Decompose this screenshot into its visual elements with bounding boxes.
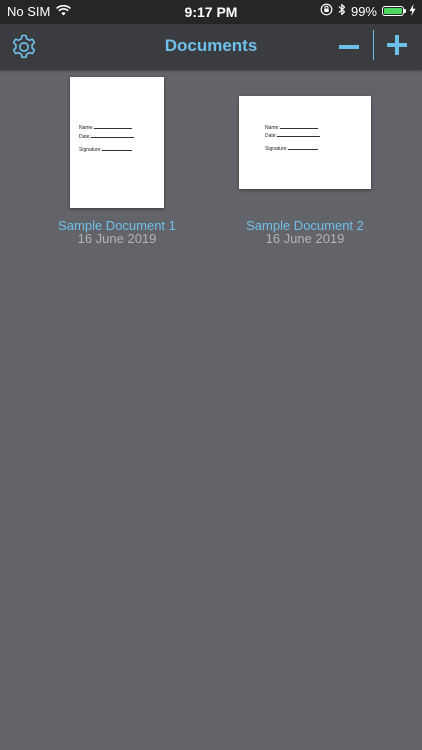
status-bar: No SIM 9:17 PM 99% [0, 0, 422, 24]
document-thumbnail[interactable]: Name: Date: Signature: [70, 77, 164, 208]
bluetooth-icon [338, 3, 346, 19]
document-date: 16 June 2019 [265, 231, 345, 246]
thumb-field-date: Date: [79, 134, 134, 140]
charging-icon [409, 3, 416, 19]
battery-icon [382, 6, 406, 16]
thumb-field-name: Name: [265, 125, 318, 131]
nav-divider [373, 30, 374, 60]
add-document-button[interactable] [384, 32, 410, 58]
thumb-field-name: Name: [79, 125, 132, 131]
document-item[interactable]: Name: Date: Signature: Sample Document 2… [215, 70, 395, 250]
documents-screen: No SIM 9:17 PM 99% Documents Name: Date:… [0, 0, 422, 750]
nav-bar: Documents [0, 24, 422, 70]
document-item[interactable]: Name: Date: Signature: Sample Document 1… [27, 70, 207, 250]
thumb-field-signature: Signature: [79, 147, 132, 153]
orientation-lock-icon [320, 3, 333, 19]
thumb-field-date: Date: [265, 133, 320, 139]
minus-icon [336, 45, 362, 64]
thumb-field-signature: Signature: [265, 146, 318, 152]
battery-tip [404, 9, 406, 13]
battery-level [384, 8, 402, 14]
plus-icon [384, 35, 410, 62]
battery-percent: 99% [350, 3, 377, 19]
document-date: 16 June 2019 [77, 231, 157, 246]
document-thumbnail[interactable]: Name: Date: Signature: [239, 96, 371, 189]
remove-document-button[interactable] [336, 34, 362, 60]
status-right: 99% [320, 3, 416, 19]
